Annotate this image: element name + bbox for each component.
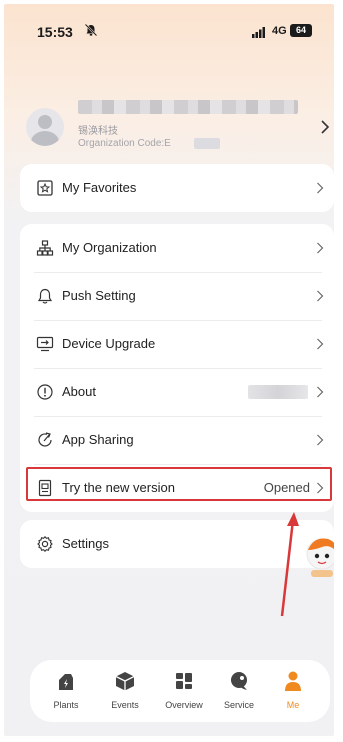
avatar xyxy=(26,108,64,146)
menu-item-label: Device Upgrade xyxy=(62,336,156,351)
org-chart-icon xyxy=(36,240,54,256)
menu-item-label: Settings xyxy=(62,536,109,551)
gear-icon xyxy=(37,535,53,553)
version-redacted xyxy=(248,385,308,399)
service-icon xyxy=(231,672,247,690)
menu-item-label: My Favorites xyxy=(62,180,137,195)
chevron-right-icon xyxy=(321,120,330,134)
menu-item-app-sharing[interactable]: App Sharing xyxy=(20,416,334,464)
chevron-right-icon xyxy=(317,386,324,398)
tab-label: Plants xyxy=(53,700,79,710)
events-icon xyxy=(115,672,135,691)
assistant-mascot-icon[interactable] xyxy=(304,534,334,580)
person-icon xyxy=(285,671,301,691)
menu-item-favorites[interactable]: My Favorites xyxy=(20,164,334,212)
monitor-upgrade-icon xyxy=(36,336,54,352)
tab-me[interactable]: Me xyxy=(265,670,321,710)
tab-label: Me xyxy=(286,700,300,710)
tab-label: Service xyxy=(223,700,254,710)
star-box-icon xyxy=(37,180,53,196)
signal-icon xyxy=(252,27,265,38)
menu-item-about[interactable]: About xyxy=(20,368,334,416)
menu-item-device-upgrade[interactable]: Device Upgrade xyxy=(20,320,334,368)
menu-item-label: Push Setting xyxy=(62,288,136,303)
menu-item-label: My Organization xyxy=(62,240,157,255)
chevron-right-icon xyxy=(317,242,324,254)
app-screen: 15:53 4G 64 锡涣科技 Organization Code:E My … xyxy=(4,4,334,736)
grid-icon xyxy=(176,673,192,689)
info-icon xyxy=(37,384,53,400)
organization-name: 锡涣科技 xyxy=(78,126,118,137)
chevron-right-icon xyxy=(317,182,324,194)
tab-service[interactable]: Service xyxy=(211,670,267,710)
battery-indicator: 64 xyxy=(290,24,312,37)
profile-header[interactable]: 锡涣科技 Organization Code:E xyxy=(20,96,330,160)
menu-item-my-organization[interactable]: My Organization xyxy=(20,224,334,272)
highlight-box xyxy=(26,467,332,501)
favorites-card: My Favorites xyxy=(20,164,334,212)
status-bar: 15:53 4G 64 xyxy=(4,4,334,54)
chevron-right-icon xyxy=(317,290,324,302)
status-time: 15:53 xyxy=(37,24,73,40)
bottom-tab-bar: Plants Events Overview Service Me xyxy=(30,660,330,722)
tab-plants[interactable]: Plants xyxy=(38,670,94,710)
organization-code-redacted xyxy=(194,138,220,149)
menu-item-label: App Sharing xyxy=(62,432,134,447)
bell-icon xyxy=(37,288,53,304)
mute-bell-icon xyxy=(84,23,98,37)
menu-item-label: About xyxy=(62,384,96,399)
user-name-redacted xyxy=(78,100,298,114)
share-icon xyxy=(38,432,52,447)
network-type: 4G xyxy=(272,25,287,37)
annotation-arrow-icon xyxy=(280,512,299,617)
tab-label: Overview xyxy=(165,700,203,710)
menu-item-push-setting[interactable]: Push Setting xyxy=(20,272,334,320)
plant-icon xyxy=(59,674,73,690)
chevron-right-icon xyxy=(317,434,324,446)
organization-code: Organization Code:E xyxy=(78,138,171,149)
chevron-right-icon xyxy=(317,338,324,350)
tab-events[interactable]: Events xyxy=(97,670,153,710)
tab-label: Events xyxy=(111,700,139,710)
tab-overview[interactable]: Overview xyxy=(156,670,212,710)
